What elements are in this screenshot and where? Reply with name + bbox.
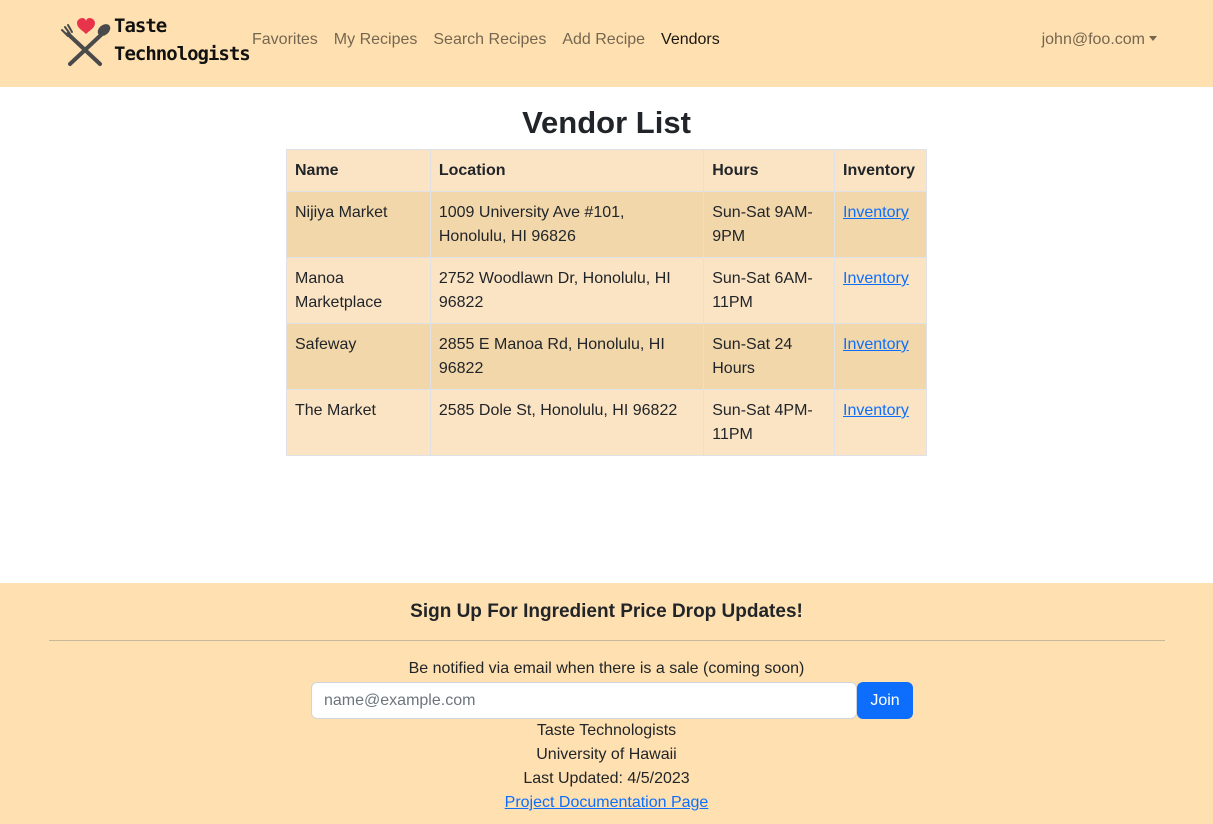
brand-text: Taste Technologists [114, 12, 251, 68]
page-title: Vendor List [522, 105, 691, 140]
fork-spoon-heart-icon [61, 18, 111, 66]
vendor-name: Safeway [286, 323, 431, 390]
vendor-name: Manoa Marketplace [286, 257, 431, 324]
footer-heading: Sign Up For Ingredient Price Drop Update… [410, 601, 803, 622]
table-row: Safeway 2855 E Manoa Rd, Honolulu, HI 96… [286, 323, 927, 390]
inventory-link[interactable]: Inventory [843, 270, 909, 287]
vendor-hours: Sun-Sat 24 Hours [703, 323, 835, 390]
column-header-name: Name [286, 149, 431, 192]
vendor-hours: Sun-Sat 9AM-9PM [703, 191, 835, 258]
navbar: Taste Technologists Favorites My Recipes… [0, 0, 1213, 87]
footer: Sign Up For Ingredient Price Drop Update… [0, 583, 1213, 824]
footer-subtext: Be notified via email when there is a sa… [408, 660, 805, 677]
join-button[interactable]: Join [857, 682, 913, 719]
footer-last-updated: Last Updated: 4/5/2023 [523, 770, 690, 787]
inventory-link[interactable]: Inventory [843, 402, 909, 419]
nav-links: Favorites My Recipes Search Recipes Add … [252, 28, 720, 52]
brand-line-1: Taste [114, 15, 167, 37]
vendor-table: Name Location Hours Inventory Nijiya Mar… [286, 149, 927, 456]
inventory-link[interactable]: Inventory [843, 336, 909, 353]
footer-org: Taste Technologists [536, 722, 677, 739]
caret-down-icon [1149, 36, 1157, 41]
vendor-location: 2585 Dole St, Honolulu, HI 96822 [429, 389, 705, 456]
vendor-hours: Sun-Sat 6AM-11PM [703, 257, 835, 324]
column-header-hours: Hours [703, 149, 835, 192]
vendor-name: The Market [286, 389, 431, 456]
column-header-location: Location [429, 149, 705, 192]
vendor-location: 1009 University Ave #101, Honolulu, HI 9… [429, 191, 705, 258]
nav-my-recipes[interactable]: My Recipes [334, 28, 418, 52]
nav-vendors[interactable]: Vendors [661, 28, 720, 52]
vendor-inventory-cell: Inventory [834, 191, 927, 258]
column-header-inventory: Inventory [834, 149, 927, 192]
vendor-hours: Sun-Sat 4PM-11PM [703, 389, 835, 456]
brand-logo-link[interactable]: Taste Technologists [58, 12, 251, 72]
inventory-link[interactable]: Inventory [843, 204, 909, 221]
vendor-inventory-cell: Inventory [834, 389, 927, 456]
user-dropdown[interactable]: john@foo.com [1042, 28, 1157, 52]
nav-add-recipe[interactable]: Add Recipe [562, 28, 645, 52]
footer-info: Taste Technologists University of Hawaii… [0, 719, 1213, 815]
footer-divider [49, 640, 1165, 641]
nav-search-recipes[interactable]: Search Recipes [433, 28, 546, 52]
vendor-inventory-cell: Inventory [834, 323, 927, 390]
nav-favorites[interactable]: Favorites [252, 28, 318, 52]
table-row: Nijiya Market 1009 University Ave #101, … [286, 191, 927, 258]
vendor-location: 2855 E Manoa Rd, Honolulu, HI 96822 [429, 323, 705, 390]
user-email: john@foo.com [1041, 31, 1145, 48]
vendor-inventory-cell: Inventory [834, 257, 927, 324]
vendor-location: 2752 Woodlawn Dr, Honolulu, HI 96822 [429, 257, 705, 324]
table-header-row: Name Location Hours Inventory [286, 149, 927, 192]
email-input[interactable] [311, 682, 857, 719]
table-row: The Market 2585 Dole St, Honolulu, HI 96… [286, 389, 927, 456]
vendor-name: Nijiya Market [286, 191, 431, 258]
docs-link[interactable]: Project Documentation Page [505, 794, 709, 811]
table-row: Manoa Marketplace 2752 Woodlawn Dr, Hono… [286, 257, 927, 324]
brand-line-2: Technologists [114, 43, 251, 65]
footer-university: University of Hawaii [536, 746, 677, 763]
